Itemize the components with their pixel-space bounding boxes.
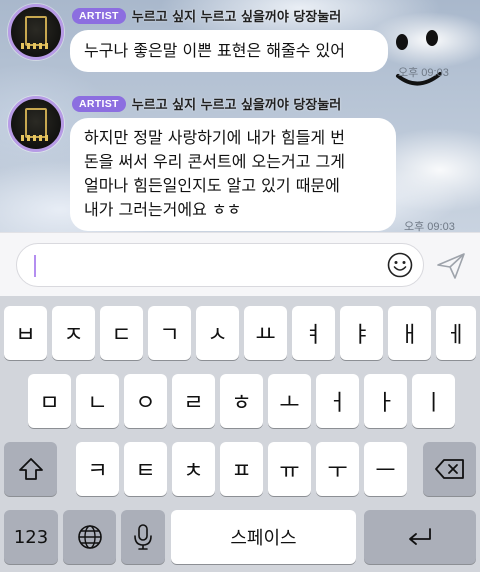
globe-key[interactable] xyxy=(63,510,116,564)
return-key[interactable] xyxy=(364,510,476,564)
key[interactable]: ㄱ xyxy=(148,306,191,360)
korean-keyboard: ㅂ ㅈ ㄷ ㄱ ㅅ ㅛ ㅕ ㅑ ㅐ ㅔ ㅁ ㄴ ㅇ ㄹ ㅎ ㅗ ㅓ ㅏ ㅣ ㅋ … xyxy=(0,296,480,572)
key[interactable]: ㅍ xyxy=(220,442,263,496)
avatar[interactable] xyxy=(8,4,64,60)
message-input-bar xyxy=(0,232,480,296)
key[interactable]: ㄴ xyxy=(76,374,119,428)
key[interactable]: ㅎ xyxy=(220,374,263,428)
artist-badge: ARTIST xyxy=(72,7,126,24)
sender-name[interactable]: 누르고 싶지 누르고 싶을꺼야 당장눌러 xyxy=(132,94,341,113)
key[interactable]: ㅈ xyxy=(52,306,95,360)
key[interactable]: ㅅ xyxy=(196,306,239,360)
shift-key[interactable] xyxy=(4,442,57,496)
key[interactable]: ㅗ xyxy=(268,374,311,428)
key[interactable]: ㅡ xyxy=(364,442,407,496)
artist-badge: ARTIST xyxy=(72,95,126,112)
key[interactable]: ㅋ xyxy=(76,442,119,496)
message-bubble[interactable]: 누구나 좋은말 이쁜 표현은 해줄수 있어 xyxy=(70,30,388,72)
key[interactable]: ㅑ xyxy=(340,306,383,360)
message-line: 누구나 좋은말 이쁜 표현은 해줄수 있어 xyxy=(84,41,345,60)
numbers-key[interactable]: 123 xyxy=(4,510,58,564)
paper-plane-icon[interactable] xyxy=(436,252,466,280)
message-bubble[interactable]: 하지만 정말 사랑하기에 내가 힘들게 번 돈을 써서 우리 콘서트에 오는거고… xyxy=(70,118,396,231)
microphone-key[interactable] xyxy=(121,510,165,564)
key[interactable]: ㄹ xyxy=(172,374,215,428)
message-line: 돈을 써서 우리 콘서트에 오는거고 그게 xyxy=(84,152,345,171)
shift-icon xyxy=(18,458,43,480)
message-line: 얼마나 힘든일인지도 알고 있기 때문에 xyxy=(84,176,340,195)
key[interactable]: ㅔ xyxy=(436,306,476,360)
space-key[interactable]: 스페이스 xyxy=(171,510,356,564)
avatar[interactable] xyxy=(8,96,64,152)
microphone-icon xyxy=(134,524,152,550)
key[interactable]: ㅐ xyxy=(388,306,431,360)
key[interactable]: ㅓ xyxy=(316,374,359,428)
key[interactable]: ㅊ xyxy=(172,442,215,496)
message-input[interactable] xyxy=(39,250,379,282)
return-icon xyxy=(409,528,431,545)
sender-name[interactable]: 누르고 싶지 누르고 싶을꺼야 당장눌러 xyxy=(132,6,341,25)
key[interactable]: ㅜ xyxy=(316,442,359,496)
backspace-icon xyxy=(434,459,464,479)
key[interactable]: ㅁ xyxy=(28,374,71,428)
text-caret xyxy=(34,255,36,277)
message-line: 내가 그러는거에요 ㅎㅎ xyxy=(84,200,242,219)
key[interactable]: ㅌ xyxy=(124,442,167,496)
key[interactable]: ㅂ xyxy=(4,306,47,360)
message-time: 오후 09:03 xyxy=(404,221,455,232)
chat-area: ARTIST 누르고 싶지 누르고 싶을꺼야 당장눌러 누구나 좋은말 이쁜 표… xyxy=(0,0,480,232)
key[interactable]: ㄷ xyxy=(100,306,143,360)
key[interactable]: ㅏ xyxy=(364,374,407,428)
smiley-icon[interactable] xyxy=(387,252,413,278)
key[interactable]: ㅇ xyxy=(124,374,167,428)
key[interactable]: ㅣ xyxy=(412,374,455,428)
globe-icon xyxy=(77,525,102,549)
backspace-key[interactable] xyxy=(423,442,476,496)
message-line: 하지만 정말 사랑하기에 내가 힘들게 번 xyxy=(84,128,345,147)
key[interactable]: ㅕ xyxy=(292,306,335,360)
message-time: 오후 09:03 xyxy=(398,67,449,79)
key[interactable]: ㅠ xyxy=(268,442,311,496)
message-input-box[interactable] xyxy=(16,243,424,287)
key[interactable]: ㅛ xyxy=(244,306,287,360)
